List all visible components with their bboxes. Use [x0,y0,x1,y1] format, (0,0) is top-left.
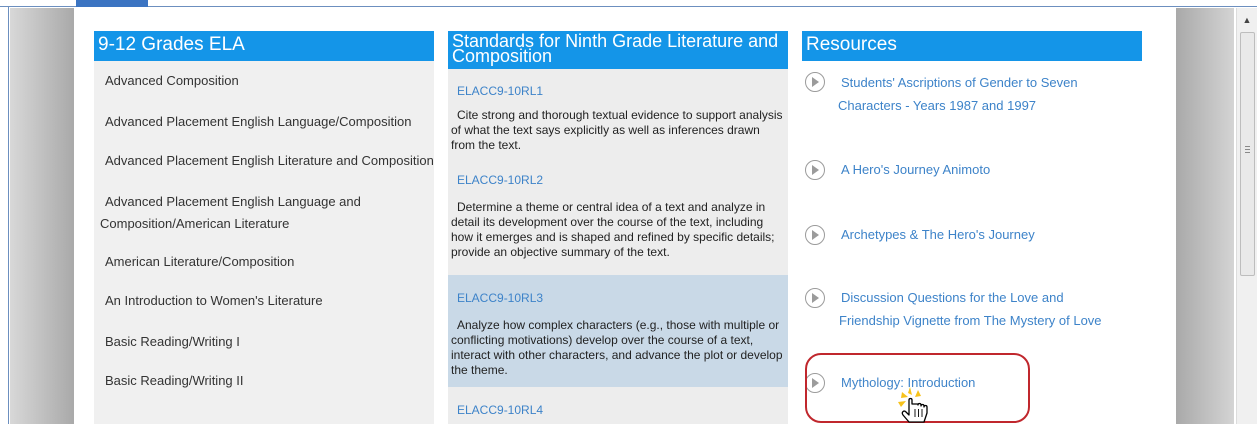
standard-item-highlighted[interactable]: ELACC9-10RL3 Analyze how complex charact… [448,275,788,387]
standard-text: Cite strong and thorough textual evidenc… [451,108,783,152]
standards-header: Standards for Ninth Grade Literature and… [448,31,788,69]
course-item[interactable]: Basic Reading/Writing II [105,370,244,392]
vertical-scrollbar[interactable]: ▲ [1236,8,1257,424]
resource-item[interactable]: A Hero's Journey Animoto [802,158,1142,182]
grades-header: 9-12 Grades ELA [94,31,434,61]
standard-code[interactable]: ELACC9-10RL2 [457,173,543,187]
resource-item[interactable]: Archetypes & The Hero's Journey [802,223,1142,247]
window-left-edge [0,7,9,424]
grades-column: 9-12 Grades ELA Advanced Composition Adv… [94,31,434,424]
resource-item[interactable]: Discussion Questions for the Love and Fr… [802,286,1142,336]
course-item[interactable]: An Introduction to Women's Literature [105,290,323,312]
play-circle-icon[interactable] [805,160,825,180]
hand-pointer-cursor-icon [898,387,928,423]
course-item[interactable]: Basic Reading/Writing I [105,331,240,353]
standard-code[interactable]: ELACC9-10RL1 [457,84,543,98]
resource-link[interactable]: A Hero's Journey Animoto [841,158,1141,181]
course-item[interactable]: Advanced Placement English Language/Comp… [105,111,411,133]
resources-header: Resources [802,31,1142,61]
resource-link[interactable]: Archetypes & The Hero's Journey [841,223,1141,246]
standard-item[interactable]: ELACC9-10RL4 [448,387,788,424]
scroll-thumb[interactable] [1240,32,1255,276]
scroll-up-arrow-icon[interactable]: ▲ [1237,8,1257,32]
standard-code[interactable]: ELACC9-10RL3 [457,291,543,305]
resource-link[interactable]: Discussion Questions for the Love and Fr… [839,286,1121,332]
standard-code[interactable]: ELACC9-10RL4 [457,403,543,417]
standard-item[interactable]: ELACC9-10RL2 Determine a theme or centra… [448,164,788,270]
page-gutter-left [10,8,74,424]
course-item[interactable]: Advanced Placement English Literature an… [105,150,434,172]
play-circle-icon[interactable] [805,72,825,92]
page-gutter-right [1176,8,1234,424]
course-item[interactable]: Advanced Composition [105,70,239,92]
standard-text: Analyze how complex characters (e.g., th… [451,318,783,377]
standard-item[interactable]: ELACC9-10RL1 Cite strong and thorough te… [448,69,788,164]
resource-item[interactable]: Students' Ascriptions of Gender to Seven… [802,71,1142,131]
scroll-grip-icon [1245,146,1250,153]
play-circle-icon[interactable] [805,225,825,245]
standard-text: Determine a theme or central idea of a t… [451,200,775,259]
resource-link[interactable]: Students' Ascriptions of Gender to Seven… [838,71,1118,117]
play-circle-icon[interactable] [805,288,825,308]
course-item[interactable]: Advanced Placement English Language and … [100,191,430,235]
standards-column: Standards for Ninth Grade Literature and… [448,31,788,424]
course-item[interactable]: American Literature/Composition [105,251,294,273]
browser-frame-top [0,0,1257,7]
frame-accent [76,0,148,7]
